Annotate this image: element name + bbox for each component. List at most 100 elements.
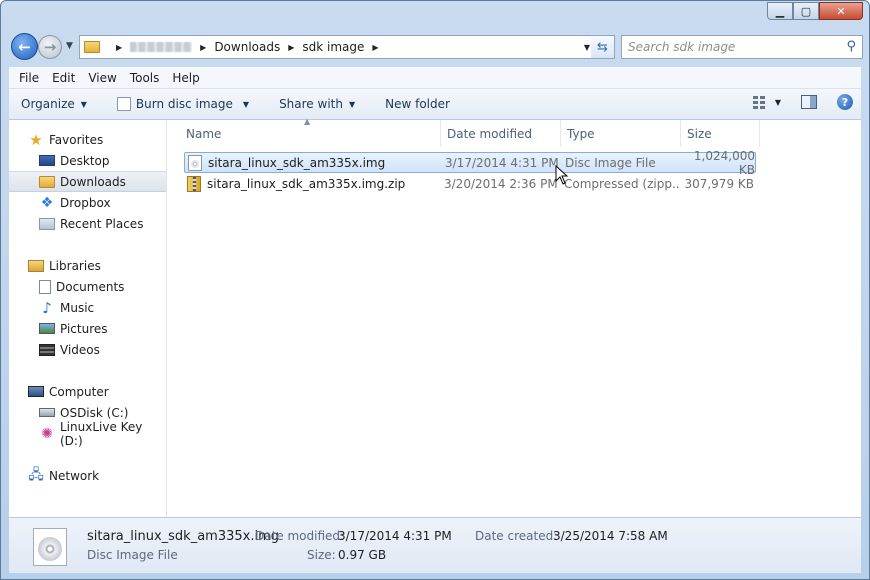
nav-linuxlive-key[interactable]: ✺ LinuxLive Key (D:) xyxy=(9,420,166,448)
nav-label: Recent Places xyxy=(60,216,144,231)
nav-pictures[interactable]: Pictures xyxy=(9,318,166,339)
nav-dropbox[interactable]: ❖ Dropbox xyxy=(9,192,166,213)
forward-button[interactable]: → xyxy=(38,35,62,59)
details-file-name: sitara_linux_sdk_am335x.img xyxy=(87,529,280,544)
breadcrumb-sdk-image[interactable]: sdk image xyxy=(302,40,364,54)
details-size-label: Size: xyxy=(307,548,336,562)
new-folder-button[interactable]: New folder xyxy=(385,97,450,111)
nav-label: Computer xyxy=(49,384,109,399)
documents-icon xyxy=(39,279,51,294)
menu-edit[interactable]: Edit xyxy=(52,71,75,85)
help-icon[interactable]: ? xyxy=(837,94,853,110)
refresh-button[interactable]: ⇆ xyxy=(591,35,615,59)
back-button[interactable]: ← xyxy=(11,33,38,60)
back-arrow-icon: ← xyxy=(18,37,31,56)
breadcrumb-downloads[interactable]: Downloads xyxy=(214,40,280,54)
disc-burn-icon xyxy=(116,97,131,111)
search-placeholder: Search sdk image xyxy=(628,40,736,54)
nav-downloads[interactable]: Downloads xyxy=(9,171,166,192)
chevron-right-icon[interactable]: ▶ xyxy=(372,43,378,52)
preview-pane-icon[interactable] xyxy=(801,95,817,109)
file-date: 3/20/2014 2:36 PM xyxy=(444,176,558,191)
column-type[interactable]: Type xyxy=(561,120,681,147)
close-button[interactable]: ✕ xyxy=(819,2,863,20)
nav-videos[interactable]: Videos xyxy=(9,339,166,360)
minimize-button[interactable]: ▁ xyxy=(767,2,793,20)
navigation-pane: ★ Favorites Desktop Downloads ❖ Dropbox … xyxy=(9,120,167,517)
file-size: 307,979 KB xyxy=(684,176,754,191)
nav-label: Downloads xyxy=(60,174,126,189)
nav-label: LinuxLive Key (D:) xyxy=(60,419,143,448)
column-label: Name xyxy=(186,126,222,141)
search-input[interactable]: Search sdk image ⚲ xyxy=(621,35,863,59)
organize-label: Organize xyxy=(21,97,75,111)
recent-pages-dropdown[interactable]: ▼ xyxy=(66,41,73,51)
details-size-value: 0.97 GB xyxy=(338,548,387,562)
burn-disc-image-button[interactable]: Burn disc image ▼ xyxy=(116,97,250,111)
burn-label: Burn disc image xyxy=(135,97,233,111)
chevron-down-icon: ▼ xyxy=(242,99,250,109)
file-row[interactable]: sitara_linux_sdk_am335x.img.zip 3/20/201… xyxy=(184,173,756,194)
disc-image-file-icon xyxy=(188,154,202,171)
new-folder-label: New folder xyxy=(385,97,450,111)
nav-label: Documents xyxy=(56,279,125,294)
search-icon[interactable]: ⚲ xyxy=(846,39,856,54)
nav-label: Dropbox xyxy=(60,195,111,210)
nav-desktop[interactable]: Desktop xyxy=(9,150,166,171)
folder-icon xyxy=(84,41,100,53)
nav-label: Libraries xyxy=(49,258,101,273)
file-name: sitara_linux_sdk_am335x.img xyxy=(208,155,386,170)
redacted-breadcrumb[interactable] xyxy=(130,42,193,52)
address-bar[interactable]: ▶ ▶ Downloads ▶ sdk image ▶ ▼ xyxy=(79,35,597,59)
organize-button[interactable]: Organize ▼ xyxy=(21,97,87,111)
maximize-button[interactable]: ▢ xyxy=(793,2,819,20)
recent-places-icon xyxy=(39,217,55,230)
usb-drive-icon: ✺ xyxy=(41,425,53,442)
column-date-modified[interactable]: Date modified xyxy=(441,120,561,147)
menu-tools[interactable]: Tools xyxy=(130,71,160,85)
file-name: sitara_linux_sdk_am335x.img.zip xyxy=(207,176,406,191)
nav-label: Pictures xyxy=(60,321,108,336)
column-label: Date modified xyxy=(447,126,533,141)
star-icon: ★ xyxy=(29,130,43,149)
chevron-right-icon[interactable]: ▶ xyxy=(116,43,122,52)
downloads-folder-icon xyxy=(39,175,55,188)
caption-buttons: ▁ ▢ ✕ xyxy=(767,2,863,20)
chevron-down-icon: ▼ xyxy=(348,99,356,109)
zip-file-icon xyxy=(187,175,201,192)
column-name[interactable]: ▲ Name xyxy=(168,117,441,147)
details-file-type: Disc Image File xyxy=(87,548,178,562)
nav-documents[interactable]: Documents xyxy=(9,276,166,297)
refresh-icon: ⇆ xyxy=(597,39,608,55)
file-row[interactable]: sitara_linux_sdk_am335x.img 3/17/2014 4:… xyxy=(184,149,756,177)
share-with-button[interactable]: Share with ▼ xyxy=(279,97,355,111)
chevron-right-icon[interactable]: ▶ xyxy=(288,43,294,52)
nav-music[interactable]: ♪ Music xyxy=(9,297,166,318)
mouse-pointer-icon xyxy=(555,165,569,185)
nav-favorites[interactable]: ★ Favorites xyxy=(9,129,166,150)
nav-label: Desktop xyxy=(60,153,110,168)
hard-drive-icon xyxy=(39,408,55,417)
chevron-down-icon[interactable]: ▼ xyxy=(775,98,781,107)
nav-recent-places[interactable]: Recent Places xyxy=(9,213,166,234)
nav-libraries[interactable]: Libraries xyxy=(9,255,166,276)
computer-icon xyxy=(28,386,44,397)
details-created-label: Date created: xyxy=(475,529,558,543)
share-label: Share with xyxy=(279,97,343,111)
explorer-window: ▁ ▢ ✕ ← → ▼ ▶ ▶ Downloads ▶ sdk image ▶ … xyxy=(0,0,870,580)
chevron-right-icon[interactable]: ▶ xyxy=(200,43,206,52)
nav-network[interactable]: 🖧 Network xyxy=(9,465,166,486)
chevron-down-icon: ▼ xyxy=(80,99,87,109)
file-list: ▲ Name Date modified Type Size sitara_li… xyxy=(168,117,861,517)
details-pane: sitara_linux_sdk_am335x.img Disc Image F… xyxy=(9,517,861,573)
address-dropdown-icon[interactable]: ▼ xyxy=(584,43,590,52)
menu-help[interactable]: Help xyxy=(172,71,199,85)
menu-file[interactable]: File xyxy=(19,71,39,85)
pictures-icon xyxy=(39,323,55,334)
column-label: Size xyxy=(687,126,712,141)
change-view-icon[interactable] xyxy=(752,95,765,109)
column-size[interactable]: Size xyxy=(681,120,760,147)
menu-view[interactable]: View xyxy=(88,71,116,85)
file-type: Compressed (zipp... xyxy=(564,176,680,191)
nav-computer[interactable]: Computer xyxy=(9,381,166,402)
